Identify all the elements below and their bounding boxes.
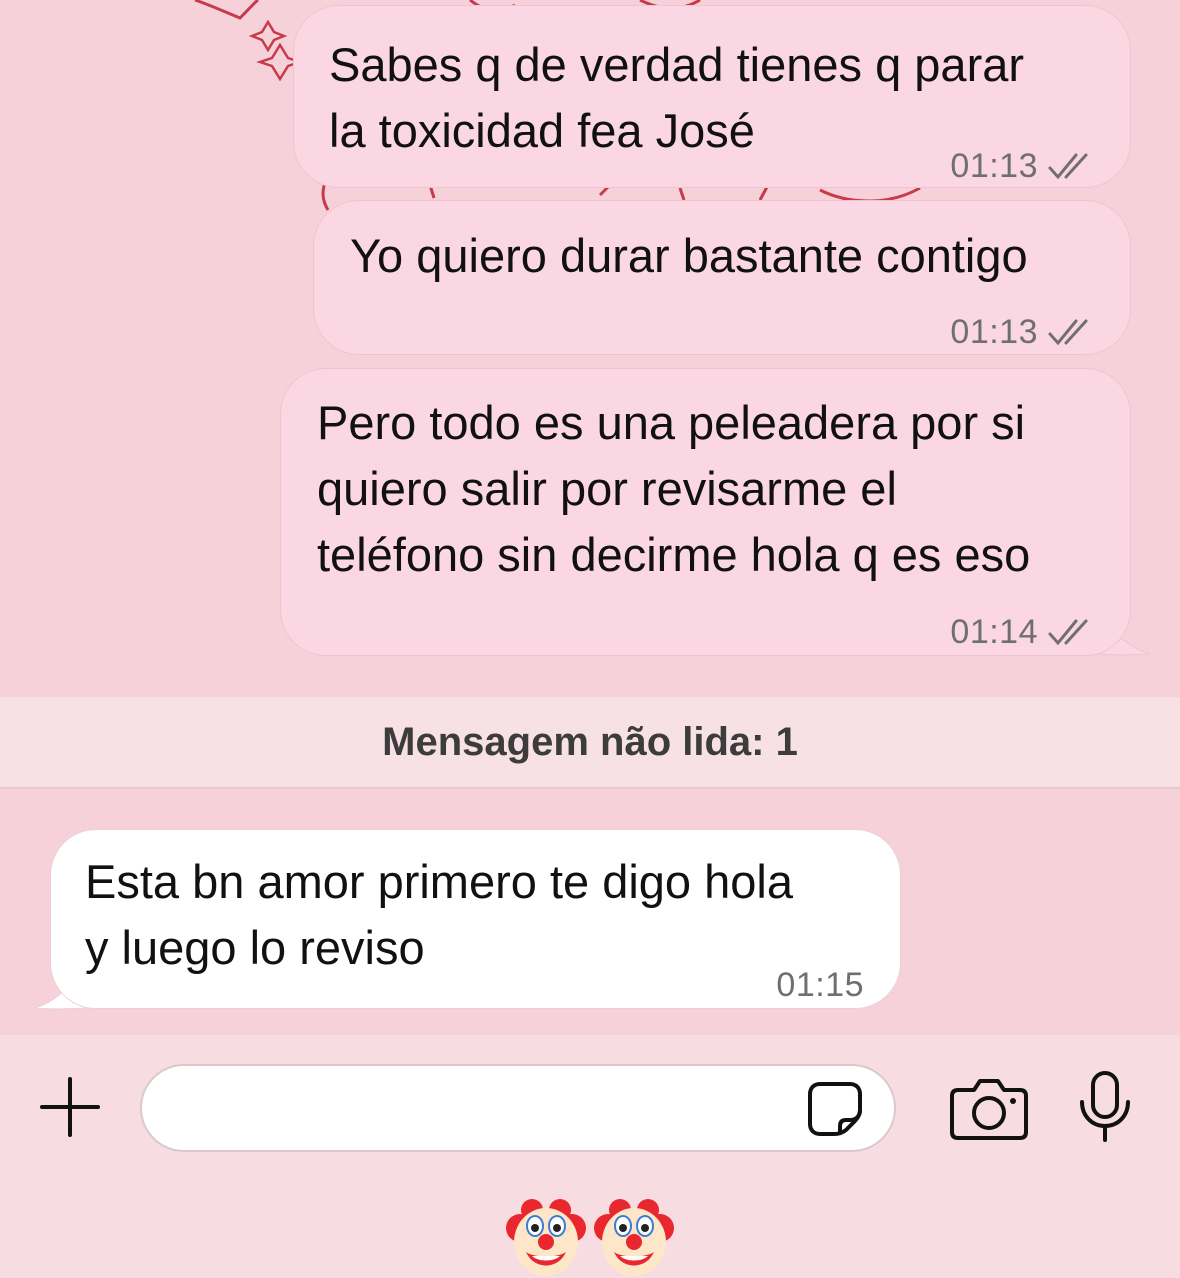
message-bubble-outgoing[interactable]: Sabes q de verdad tienes q parar la toxi… — [293, 5, 1131, 188]
message-meta: 01:14 — [950, 599, 1094, 665]
message-time: 01:15 — [776, 966, 864, 1004]
message-text: Yo quiero durar bastante contigo — [350, 229, 1028, 282]
microphone-icon[interactable] — [1076, 1070, 1134, 1142]
plus-icon[interactable] — [38, 1075, 102, 1139]
message-time: 01:13 — [950, 313, 1038, 351]
message-meta: 01:15 — [776, 952, 864, 1018]
sticker-icon[interactable] — [806, 1080, 864, 1138]
message-input[interactable] — [140, 1064, 896, 1152]
message-text: Esta bn amor primero te digo hola y lueg… — [85, 855, 793, 974]
double-check-icon — [1048, 619, 1088, 646]
emoji-row — [0, 1194, 1180, 1278]
unread-messages-banner: Mensagem não lida: 1 — [0, 697, 1180, 789]
message-time: 01:14 — [950, 613, 1038, 651]
chat-area[interactable]: Sabes q de verdad tienes q parar la toxi… — [0, 0, 1180, 1035]
message-meta: 01:13 — [950, 299, 1094, 365]
message-text: Sabes q de verdad tienes q parar la toxi… — [329, 38, 1025, 157]
camera-icon[interactable] — [950, 1076, 1028, 1140]
double-check-icon — [1048, 153, 1088, 180]
clown-face-emoji — [506, 1199, 586, 1276]
double-check-icon — [1048, 319, 1088, 346]
message-text: Pero todo es una peleadera por si quiero… — [317, 396, 1031, 581]
message-meta: 01:13 — [950, 133, 1094, 199]
unread-banner-label: Mensagem não lida: 1 — [382, 719, 798, 764]
message-time: 01:13 — [950, 147, 1038, 185]
clown-face-emoji — [594, 1199, 674, 1276]
message-bubble-incoming[interactable]: Esta bn amor primero te digo hola y lueg… — [50, 829, 901, 1009]
message-bubble-outgoing[interactable]: Yo quiero durar bastante contigo 01:13 — [313, 200, 1131, 355]
message-bubble-outgoing[interactable]: Pero todo es una peleadera por si quiero… — [280, 368, 1131, 656]
